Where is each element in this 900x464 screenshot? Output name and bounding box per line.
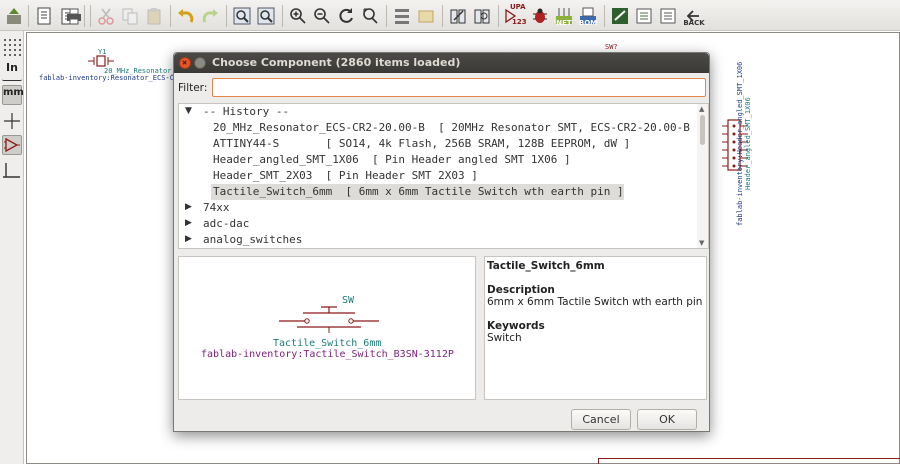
find-icon[interactable] <box>232 6 252 26</box>
info-component-name: Tactile_Switch_6mm <box>487 260 605 272</box>
tree-item-tactile-switch-selected[interactable]: Tactile_Switch_6mm [ 6mm x 6mm Tactile S… <box>211 184 624 200</box>
info-keywords-label: Keywords <box>487 320 545 332</box>
zoom-fit-icon[interactable] <box>360 6 380 26</box>
redraw-icon[interactable] <box>336 6 356 26</box>
cancel-button[interactable]: Cancel <box>571 409 631 430</box>
cut-icon[interactable] <box>96 6 116 26</box>
zoom-out-icon[interactable] <box>312 6 332 26</box>
tree-item-attiny44[interactable]: ATTINY44-S [ SO14, 4k Flash, 256B SRAM, … <box>213 136 630 152</box>
main-toolbar: UPA 123 NET BOM BACK <box>0 0 900 31</box>
left-toolbar: In mm <box>0 31 24 464</box>
component-tree[interactable]: ▼ -- History -- 20_MHz_Resonator_ECS-CR2… <box>178 103 709 249</box>
paste-icon[interactable] <box>144 6 164 26</box>
component-info-panel: Tactile_Switch_6mm Description 6mm x 6mm… <box>484 256 707 400</box>
resonator-footprint: fablab-inventory:Resonator_ECS-CR2 <box>39 74 183 82</box>
netlist-label: NET <box>556 19 572 27</box>
units-inch-toggle[interactable]: In <box>2 61 22 81</box>
header-value: Header_angled_SMT_1X06 <box>744 97 752 190</box>
collapsed-arrow-icon[interactable]: ▶ <box>185 202 195 212</box>
choose-component-dialog: Choose Component (2860 items loaded) Fil… <box>173 52 710 432</box>
scroll-up-icon[interactable]: ▲ <box>699 105 704 113</box>
collapsed-arrow-icon[interactable]: ▶ <box>185 234 195 244</box>
expand-arrow-icon[interactable]: ▼ <box>185 106 195 116</box>
preview-value: Tactile_Switch_6mm <box>273 338 382 349</box>
grid-toggle-icon[interactable] <box>2 37 22 57</box>
zoom-in-icon[interactable] <box>288 6 308 26</box>
cursor-shape-icon[interactable] <box>2 111 22 131</box>
ok-button[interactable]: OK <box>637 409 697 430</box>
units-mm-toggle[interactable]: mm <box>2 85 24 105</box>
tree-item-resonator[interactable]: 20_MHz_Resonator_ECS-CR2-20.00-B [ 20MHz… <box>213 120 703 136</box>
symbol-preview: SW Tactile_Switch_6mm fablab-inventory:T… <box>178 256 476 400</box>
tree-library-analog-switches[interactable]: analog_switches <box>203 232 302 248</box>
assign-footprints-icon[interactable] <box>610 6 630 26</box>
annotate-sub-label: 123 <box>512 18 527 26</box>
erc-bug-icon[interactable] <box>530 6 550 26</box>
scroll-down-icon[interactable]: ▼ <box>699 239 704 247</box>
preview-footprint: fablab-inventory:Tactile_Switch_B3SN-311… <box>201 349 454 360</box>
close-icon[interactable] <box>179 57 191 69</box>
hierarchy-navigator-icon[interactable] <box>392 6 412 26</box>
tree-item-header-angled[interactable]: Header_angled_SMT_1X06 [ Pin Header angl… <box>213 152 571 168</box>
wire-angle-icon[interactable] <box>2 161 22 181</box>
new-schematic-icon[interactable] <box>34 6 54 26</box>
fields-editor-icon[interactable] <box>634 6 654 26</box>
library-browser-icon[interactable] <box>472 6 492 26</box>
filter-input[interactable] <box>212 78 706 97</box>
minimize-icon[interactable] <box>194 57 206 69</box>
redo-icon[interactable] <box>200 6 220 26</box>
library-editor-icon[interactable] <box>448 6 468 26</box>
info-keywords: Switch <box>487 332 522 344</box>
undo-icon[interactable] <box>176 6 196 26</box>
tree-library-adc-dac[interactable]: adc-dac <box>203 216 249 232</box>
dialog-titlebar[interactable]: Choose Component (2860 items loaded) <box>174 53 709 73</box>
find-replace-icon[interactable] <box>256 6 276 26</box>
print-button[interactable] <box>64 6 84 26</box>
dialog-title: Choose Component (2860 items loaded) <box>212 56 461 69</box>
hidden-pins-icon[interactable] <box>2 135 22 155</box>
bom-label: BOM <box>578 19 598 27</box>
copy-icon[interactable] <box>120 6 140 26</box>
tree-scrollbar[interactable]: ▲ ▼ <box>697 104 708 248</box>
title-block-edge <box>598 458 900 464</box>
annotate-label: UPA <box>510 3 526 11</box>
scroll-thumb[interactable] <box>700 115 705 145</box>
tree-item-header-smt[interactable]: Header_SMT_2X03 [ Pin Header SMT 2X03 ] <box>213 168 478 184</box>
schematic-setup-icon[interactable] <box>4 6 24 26</box>
info-description: 6mm x 6mm Tactile Switch wth earth pin <box>487 296 703 308</box>
header-footprint: fablab-inventory:Header_angled_SMT_1X06 <box>736 61 744 226</box>
tactile-switch-symbol <box>279 306 379 333</box>
collapsed-arrow-icon[interactable]: ▶ <box>185 218 195 228</box>
history-group-label[interactable]: -- History -- <box>203 104 289 120</box>
info-description-label: Description <box>487 284 555 296</box>
switch-reference: SW? <box>605 43 618 51</box>
leave-sheet-icon[interactable] <box>416 6 436 26</box>
back-annotate-label: BACK <box>683 19 705 27</box>
pcbnew-icon[interactable] <box>658 6 678 26</box>
tree-library-74xx[interactable]: 74xx <box>203 200 230 216</box>
filter-label: Filter: <box>178 82 208 94</box>
